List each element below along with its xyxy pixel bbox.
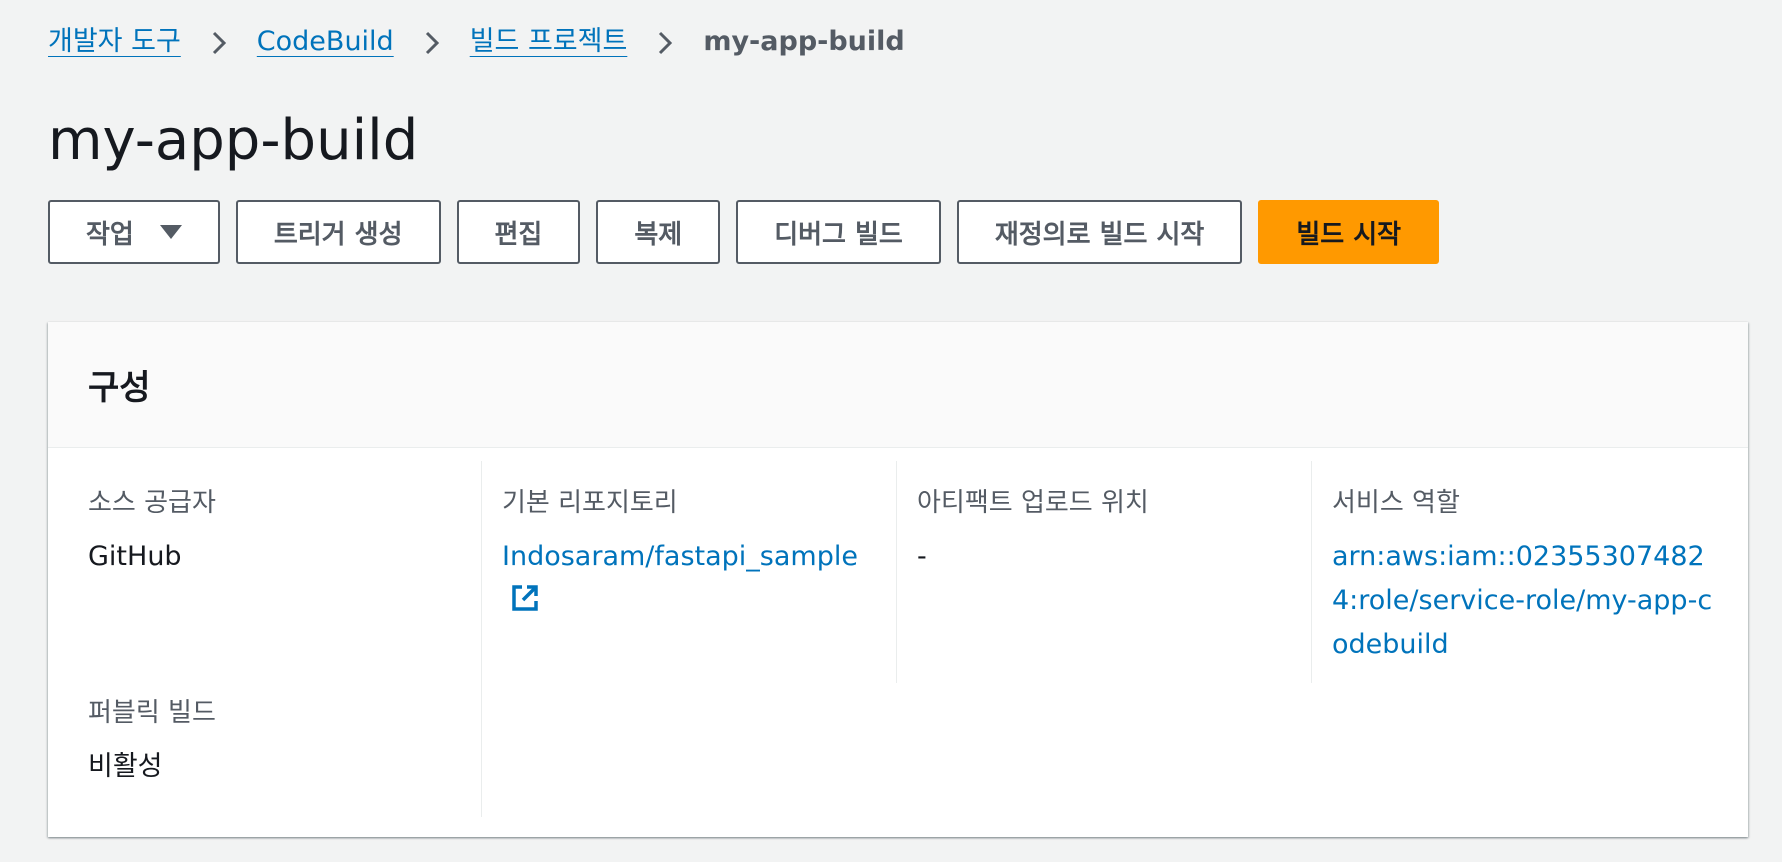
service-role-value: arn:aws:iam::023553074824:role/service-r… xyxy=(1332,535,1728,667)
edit-button[interactable]: 편집 xyxy=(456,200,581,264)
breadcrumb-codebuild[interactable]: CodeBuild xyxy=(257,22,394,62)
breadcrumb: 개발자 도구 CodeBuild 빌드 프로젝트 my-app-build xyxy=(48,22,905,62)
start-build-with-overrides-button[interactable]: 재정의로 빌드 시작 xyxy=(956,200,1243,264)
artifacts-location-value: - xyxy=(917,541,927,572)
breadcrumb-developer-tools[interactable]: 개발자 도구 xyxy=(48,22,181,62)
service-role-label: 서비스 역할 xyxy=(1332,488,1460,518)
configuration-title: 구성 xyxy=(88,368,151,408)
actions-dropdown-button[interactable]: 작업 xyxy=(48,200,220,264)
start-build-button[interactable]: 빌드 시작 xyxy=(1258,200,1440,264)
config-column-2: 기본 리포지토리 Indosaram/fastapi_sample xyxy=(482,461,897,683)
config-column-3: 아티팩트 업로드 위치 - xyxy=(897,461,1312,683)
primary-repository-field: 기본 리포지토리 Indosaram/fastapi_sample xyxy=(502,483,896,627)
primary-repository-link[interactable]: Indosaram/fastapi_sample xyxy=(502,541,858,572)
configuration-panel-header: 구성 xyxy=(48,322,1748,448)
config-column-1: 소스 공급자 GitHub 퍼블릭 빌드 비활성 xyxy=(68,461,482,817)
artifacts-location-field: 아티팩트 업로드 위치 - xyxy=(917,483,1311,579)
configuration-panel: 구성 소스 공급자 GitHub 퍼블릭 빌드 비활성 기본 리포지토리 Ind… xyxy=(48,322,1748,837)
external-link-icon[interactable] xyxy=(510,583,540,627)
page-title: my-app-build xyxy=(48,108,419,173)
actions-dropdown-label: 작업 xyxy=(86,219,134,250)
configuration-panel-body: 소스 공급자 GitHub 퍼블릭 빌드 비활성 기본 리포지토리 Indosa… xyxy=(48,448,1748,837)
chevron-right-icon xyxy=(412,22,452,62)
chevron-right-icon xyxy=(199,22,239,62)
public-build-field: 퍼블릭 빌드 비활성 xyxy=(88,693,481,789)
source-provider-field: 소스 공급자 GitHub xyxy=(88,483,481,579)
breadcrumb-build-projects[interactable]: 빌드 프로젝트 xyxy=(470,22,628,62)
primary-repository-value: Indosaram/fastapi_sample xyxy=(502,535,896,627)
primary-repository-label: 기본 리포지토리 xyxy=(502,488,678,518)
source-provider-value: GitHub xyxy=(88,541,182,572)
artifacts-location-label: 아티팩트 업로드 위치 xyxy=(917,488,1149,518)
breadcrumb-current: my-app-build xyxy=(703,26,905,57)
service-role-field: 서비스 역할 arn:aws:iam::023553074824:role/se… xyxy=(1332,483,1728,667)
debug-build-button[interactable]: 디버그 빌드 xyxy=(736,200,941,264)
source-provider-label: 소스 공급자 xyxy=(88,488,216,518)
public-build-label: 퍼블릭 빌드 xyxy=(88,698,216,728)
config-column-4: 서비스 역할 arn:aws:iam::023553074824:role/se… xyxy=(1312,461,1728,683)
create-trigger-button[interactable]: 트리거 생성 xyxy=(235,200,441,264)
caret-down-icon xyxy=(159,225,182,239)
action-bar: 작업 트리거 생성 편집 복제 디버그 빌드 재정의로 빌드 시작 빌드 시작 xyxy=(48,200,1440,264)
chevron-right-icon xyxy=(645,22,685,62)
service-role-link[interactable]: arn:aws:iam::023553074824:role/service-r… xyxy=(1332,541,1712,660)
public-build-value: 비활성 xyxy=(88,751,163,782)
clone-button[interactable]: 복제 xyxy=(596,200,721,264)
